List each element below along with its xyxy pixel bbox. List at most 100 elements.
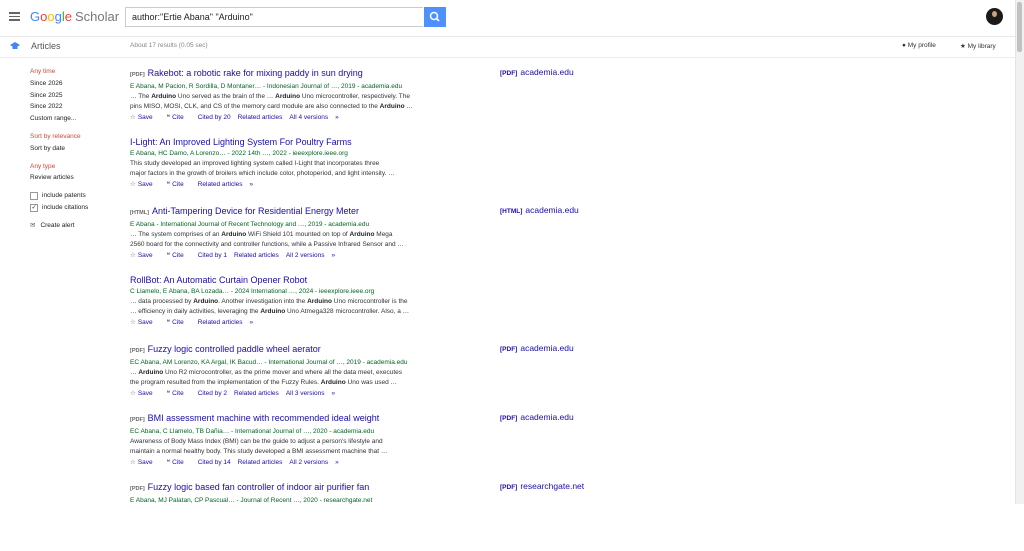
star-icon: ☆ xyxy=(130,181,136,188)
cited-by-link[interactable]: Cited by 14 xyxy=(198,459,231,466)
search-input[interactable] xyxy=(125,7,423,27)
my-library-link[interactable]: ★ My library xyxy=(960,42,996,50)
more-icon[interactable]: » xyxy=(335,114,339,121)
scrollbar-thumb[interactable] xyxy=(1017,2,1022,52)
format-tag: [PDF] xyxy=(130,486,145,492)
filter-since-2025[interactable]: Since 2025 xyxy=(30,90,120,102)
result-title[interactable]: [HTML] Anti-Tampering Device for Resident… xyxy=(130,206,430,219)
result-item: [HTML] Anti-Tampering Device for Resident… xyxy=(130,206,430,275)
cited-by-link[interactable]: Cited by 1 xyxy=(198,252,227,259)
result-item: [PDF] Rakebot: a robotic rake for mixing … xyxy=(130,68,430,137)
result-snippet: major factors in the growth of broilers … xyxy=(130,169,395,177)
result-item: [PDF] BMI assessment machine with recomme… xyxy=(130,413,430,482)
format-tag: [PDF] xyxy=(130,417,145,423)
side-pdf-link[interactable]: [HTML] academia.edu xyxy=(500,205,579,215)
result-title[interactable]: [PDF] Rakebot: a robotic rake for mixing … xyxy=(130,68,430,81)
result-actions: ☆ Save ❝ Cite Cited by 1 Related articles All … xyxy=(130,251,430,261)
save-button[interactable]: ☆ Save xyxy=(130,252,160,259)
result-title[interactable]: [PDF] Fuzzy logic based fan controller of… xyxy=(130,482,430,495)
side-pdf-link[interactable]: [PDF] academia.edu xyxy=(500,343,574,353)
save-button[interactable]: ☆ Save xyxy=(130,114,160,121)
result-snippet: This study developed an improved lightin… xyxy=(130,160,380,167)
cite-button[interactable]: ❝ Cite xyxy=(167,390,191,397)
articles-label: Articles xyxy=(31,41,61,51)
save-button[interactable]: ☆ Save xyxy=(130,319,160,326)
results-count: About 17 results (0.05 sec) xyxy=(130,42,208,49)
result-title[interactable]: RollBot: An Automatic Curtain Opener Rob… xyxy=(130,275,430,286)
result-actions: ☆ Save ❝ Cite Related articles » xyxy=(130,318,430,328)
related-articles-link[interactable]: Related articles xyxy=(198,319,243,326)
more-icon[interactable]: » xyxy=(331,390,335,397)
result-authors: C Llamelo, E Abana, BA Lozada… - 2024 In… xyxy=(130,288,375,295)
related-articles-link[interactable]: Related articles xyxy=(238,459,283,466)
side-pdf-link[interactable]: [PDF] academia.edu xyxy=(500,67,574,77)
more-icon[interactable]: » xyxy=(331,252,335,259)
filter-since-2022[interactable]: Since 2022 xyxy=(30,101,120,113)
cite-button[interactable]: ❝ Cite xyxy=(167,181,191,188)
more-icon[interactable]: » xyxy=(250,181,254,188)
all-versions-link[interactable]: All 4 versions xyxy=(289,114,328,121)
result-snippet: maintain a normal healthy body. This stu… xyxy=(130,447,388,455)
cited-by-link[interactable]: Cited by 20 xyxy=(198,114,231,121)
all-versions-link[interactable]: All 3 versions xyxy=(286,390,325,397)
result-actions: ☆ Save ❝ Cite Cited by 20 Related articles All… xyxy=(130,113,430,123)
side-pdf-link[interactable]: [PDF] academia.edu xyxy=(500,412,574,422)
star-icon: ☆ xyxy=(130,252,136,259)
all-versions-link[interactable]: All 2 versions xyxy=(289,459,328,466)
cite-button[interactable]: ❝ Cite xyxy=(167,252,191,259)
create-alert-link[interactable]: ✉ Create alert xyxy=(30,220,120,232)
result-item: I-Light: An Improved Lighting System For… xyxy=(130,137,430,206)
cite-button[interactable]: ❝ Cite xyxy=(167,459,191,466)
sort-by-relevance[interactable]: Sort by relevance xyxy=(30,131,120,143)
save-button[interactable]: ☆ Save xyxy=(130,181,160,188)
all-versions-link[interactable]: All 2 versions xyxy=(286,252,325,259)
page-scrollbar[interactable] xyxy=(1015,0,1024,504)
result-snippet: the program resulted from the implementa… xyxy=(130,378,397,386)
result-authors: E Abana, M Pacion, R Sordilla, D Montane… xyxy=(130,83,403,90)
result-actions: ☆ Save ❝ Cite Cited by 2 Related articles All … xyxy=(130,389,430,399)
more-icon[interactable]: » xyxy=(335,459,339,466)
graduation-cap-icon xyxy=(10,42,20,49)
cite-button[interactable]: ❝ Cite xyxy=(167,114,191,121)
filter-since-2026[interactable]: Since 2026 xyxy=(30,78,120,90)
filter-any-type[interactable]: Any type xyxy=(30,161,120,173)
result-title[interactable]: I-Light: An Improved Lighting System For… xyxy=(130,137,430,148)
result-snippet: … Arduino Uno R2 microcontroller, as the… xyxy=(130,369,403,376)
search-icon xyxy=(429,11,440,22)
google-scholar-logo[interactable]: Google Scholar xyxy=(30,9,119,24)
sort-by-date[interactable]: Sort by date xyxy=(30,143,120,155)
top-bar: Google Scholar xyxy=(0,0,1016,37)
account-avatar[interactable] xyxy=(986,8,1003,25)
cite-button[interactable]: ❝ Cite xyxy=(167,319,191,326)
save-button[interactable]: ☆ Save xyxy=(130,459,160,466)
result-title[interactable]: [PDF] BMI assessment machine with recomme… xyxy=(130,413,430,426)
related-articles-link[interactable]: Related articles xyxy=(234,252,279,259)
my-profile-link[interactable]: ● My profile xyxy=(902,42,936,49)
cited-by-link[interactable]: Cited by 2 xyxy=(198,390,227,397)
star-icon: ☆ xyxy=(130,459,136,466)
more-icon[interactable]: » xyxy=(250,319,254,326)
star-icon: ★ xyxy=(960,43,966,50)
result-authors: E Abana, HC Damo, A Lorenzo… - 2022 14th… xyxy=(130,150,348,157)
results-list: [PDF] Rakebot: a robotic rake for mixing … xyxy=(130,68,430,551)
filter-any-time[interactable]: Any time xyxy=(30,66,120,78)
result-snippet: Awareness of Body Mass Index (BMI) can b… xyxy=(130,438,383,445)
result-title[interactable]: [PDF] Fuzzy logic controlled paddle wheel… xyxy=(130,344,430,357)
include-patents-checkbox[interactable]: include patents xyxy=(30,190,120,202)
include-citations-checkbox[interactable]: ✓ include citations xyxy=(30,202,120,214)
star-icon: ☆ xyxy=(130,114,136,121)
search-button[interactable] xyxy=(424,7,446,27)
related-articles-link[interactable]: Related articles xyxy=(198,181,243,188)
filter-custom-range[interactable]: Custom range... xyxy=(30,113,120,125)
side-pdf-link[interactable]: [PDF] researchgate.net xyxy=(500,481,584,491)
filter-review-articles[interactable]: Review articles xyxy=(30,172,120,184)
envelope-icon: ✉ xyxy=(30,221,36,229)
related-articles-link[interactable]: Related articles xyxy=(234,390,279,397)
menu-icon[interactable] xyxy=(9,12,20,21)
related-articles-link[interactable]: Related articles xyxy=(238,114,283,121)
quote-icon: ❝ xyxy=(166,390,171,397)
quote-icon: ❝ xyxy=(166,319,171,326)
person-icon: ● xyxy=(902,42,906,49)
result-authors: E Abana - International Journal of Recen… xyxy=(130,221,370,228)
save-button[interactable]: ☆ Save xyxy=(130,390,160,397)
